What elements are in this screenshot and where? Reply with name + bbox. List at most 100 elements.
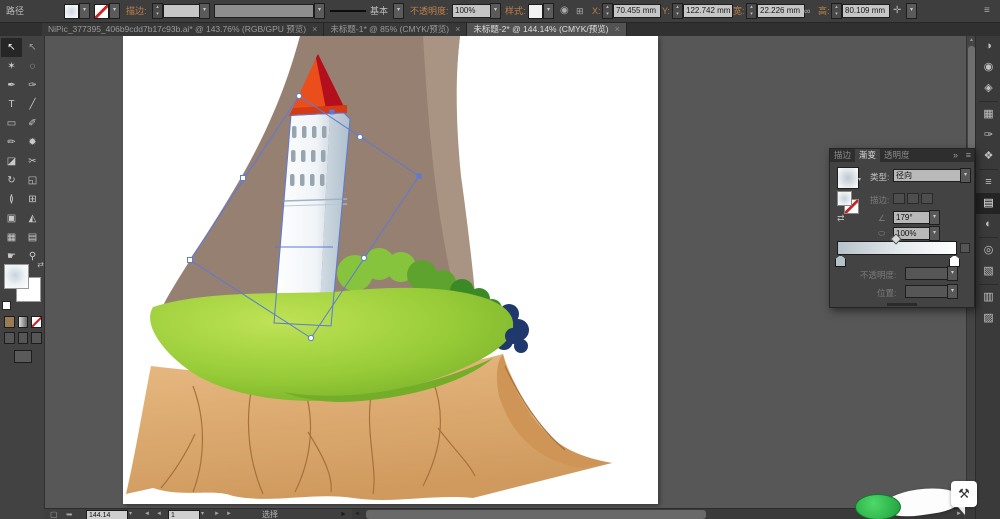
stroke-across-button[interactable]: [921, 193, 933, 204]
libraries-panel-icon[interactable]: ◈: [976, 78, 1000, 99]
brush-caret-icon[interactable]: ▾: [393, 3, 404, 19]
aspect-caret-icon[interactable]: ▾: [929, 226, 940, 241]
stroke-within-button[interactable]: [893, 193, 905, 204]
eraser-tool[interactable]: ◪: [1, 152, 22, 171]
stroke-weight-stepper[interactable]: ▴ ▾: [152, 3, 163, 19]
paintbrush-tool[interactable]: ✐: [22, 114, 43, 133]
anchor-point-hollow-2[interactable]: [240, 175, 246, 181]
gradient-thumbnail-caret-icon[interactable]: ▾: [858, 176, 861, 183]
tab-transparency-panel[interactable]: 透明度: [880, 149, 914, 162]
artboards-panel-icon[interactable]: ▦: [976, 104, 1000, 125]
tab-3-close-icon[interactable]: ×: [615, 24, 620, 34]
symbols-panel-icon[interactable]: ❖: [976, 146, 1000, 167]
gradient-annotator-dot-3[interactable]: [360, 254, 368, 262]
style-swatch[interactable]: [528, 4, 543, 19]
mesh-tool[interactable]: ▦: [1, 228, 22, 247]
gradient-annotator-dot[interactable]: [295, 92, 303, 100]
gradient-panel-icon[interactable]: ▤: [976, 193, 1000, 214]
panel-collapse-icon[interactable]: »: [953, 149, 958, 162]
anchor-point-selected[interactable]: [416, 173, 422, 179]
color-panel-icon[interactable]: ◑: [976, 36, 1000, 57]
line-tool[interactable]: ╱: [22, 95, 43, 114]
stroke-weight-caret-icon[interactable]: ▾: [199, 3, 210, 19]
w-field[interactable]: 22.226 mm: [757, 4, 805, 18]
draw-behind-button[interactable]: [17, 332, 29, 344]
w-stepper[interactable]: ▴ ▾: [746, 3, 757, 19]
transparency-panel-icon[interactable]: ◐: [976, 214, 1000, 235]
y-field[interactable]: 122.742 mm: [683, 4, 733, 18]
export-icon[interactable]: ➥: [66, 509, 73, 519]
fill-color-swatch[interactable]: [64, 4, 79, 19]
x-field[interactable]: 70.455 mm: [613, 4, 661, 18]
anchor-point-hollow[interactable]: [187, 257, 193, 263]
x-stepper[interactable]: ▴ ▾: [602, 3, 613, 19]
scroll-left-icon[interactable]: ◄: [354, 509, 360, 519]
pen-tool[interactable]: ✒: [1, 76, 22, 95]
zoom-caret-icon[interactable]: ▾: [129, 509, 132, 519]
gradient-stop-start[interactable]: [835, 255, 846, 267]
none-mode-button[interactable]: [31, 316, 43, 328]
stroke-color-swatch[interactable]: [94, 4, 109, 19]
collapse-bar-icon[interactable]: ≡: [984, 0, 990, 22]
transform-icon[interactable]: ✛: [893, 0, 901, 22]
asset-export-panel-icon[interactable]: ▨: [976, 308, 1000, 329]
stroke-caret-icon[interactable]: ▾: [109, 3, 120, 19]
pencil-tool[interactable]: ✏: [1, 133, 22, 152]
scissors-tool[interactable]: ✂: [22, 152, 43, 171]
shape-builder-tool[interactable]: ▣: [1, 209, 22, 228]
layers-panel-icon[interactable]: ▥: [976, 287, 1000, 308]
tab-document-3[interactable]: 未标题-2* @ 144.14% (CMYK/预览) ×: [467, 22, 627, 36]
rotate-tool[interactable]: ↻: [1, 171, 22, 190]
style-caret-icon[interactable]: ▾: [543, 3, 554, 19]
y-stepper[interactable]: ▴ ▾: [672, 3, 683, 19]
tab-document-2[interactable]: 未标题-1* @ 85% (CMYK/预览) ×: [324, 22, 468, 36]
width-tool[interactable]: ≬: [1, 190, 22, 209]
swap-fill-stroke-icon[interactable]: ⇄: [37, 260, 44, 269]
panel-resize-grip[interactable]: [887, 303, 917, 306]
reverse-gradient-icon[interactable]: ⇄: [837, 213, 845, 224]
overlay-widget-badge[interactable]: [855, 494, 901, 519]
tab-1-close-icon[interactable]: ×: [312, 24, 317, 34]
stroke-along-button[interactable]: [907, 193, 919, 204]
last-artboard-icon[interactable]: ►: [226, 509, 232, 519]
panel-menu-icon[interactable]: ≡: [966, 149, 971, 162]
color-guide-panel-icon[interactable]: ◉: [976, 57, 1000, 78]
gradient-mode-button[interactable]: [17, 316, 29, 328]
gradient-type-caret-icon[interactable]: ▾: [960, 168, 971, 183]
artboard-caret-icon[interactable]: ▾: [201, 509, 204, 519]
selection-tool[interactable]: ↖: [1, 38, 22, 57]
transform-caret-icon[interactable]: ▾: [906, 3, 917, 19]
reference-point-icon[interactable]: ⊞: [576, 0, 584, 22]
opacity-field[interactable]: 100%: [452, 4, 492, 18]
stroke-weight-field[interactable]: [163, 4, 201, 18]
brush-value[interactable]: 基本: [370, 0, 388, 22]
h-field[interactable]: 80.109 mm: [842, 4, 890, 18]
anchor-point-selected-2[interactable]: [329, 109, 335, 115]
blob-brush-tool[interactable]: ✹: [22, 133, 43, 152]
document-icon[interactable]: ▢: [50, 509, 58, 519]
tab-gradient-panel[interactable]: 渐变: [855, 149, 881, 162]
first-artboard-icon[interactable]: ◄: [144, 509, 150, 519]
stroke-panel-icon[interactable]: ≡: [976, 172, 1000, 193]
appearance-panel-icon[interactable]: ◎: [976, 240, 1000, 261]
add-to-swatches-button[interactable]: [960, 243, 970, 253]
next-artboard-icon[interactable]: ►: [214, 509, 220, 519]
canvas-pasteboard[interactable]: [44, 36, 966, 508]
type-tool[interactable]: T: [1, 95, 22, 114]
color-mode-button[interactable]: [4, 316, 15, 328]
zoom-level-field[interactable]: 144.14: [86, 510, 128, 519]
tab-document-1[interactable]: NiPic_377395_406b9cdd7b17c93b.ai* @ 143.…: [42, 22, 325, 36]
brushes-panel-icon[interactable]: ✑: [976, 125, 1000, 146]
free-transform-tool[interactable]: ⊞: [22, 190, 43, 209]
curvature-tool[interactable]: ✑: [22, 76, 43, 95]
constrain-link-icon[interactable]: ∞: [804, 0, 810, 22]
gradient-type-select[interactable]: 径向: [893, 169, 964, 182]
artboard[interactable]: [123, 36, 658, 504]
overlay-widget-wrench[interactable]: ⚒: [951, 481, 977, 507]
gradient-annotator-dot-4[interactable]: [307, 334, 315, 342]
tab-2-close-icon[interactable]: ×: [455, 24, 460, 34]
default-fill-stroke-icon[interactable]: [2, 301, 11, 310]
gradient-thumbnail[interactable]: [837, 167, 859, 189]
magic-wand-tool[interactable]: ✶: [1, 57, 22, 76]
fill-caret-icon[interactable]: ▾: [79, 3, 90, 19]
